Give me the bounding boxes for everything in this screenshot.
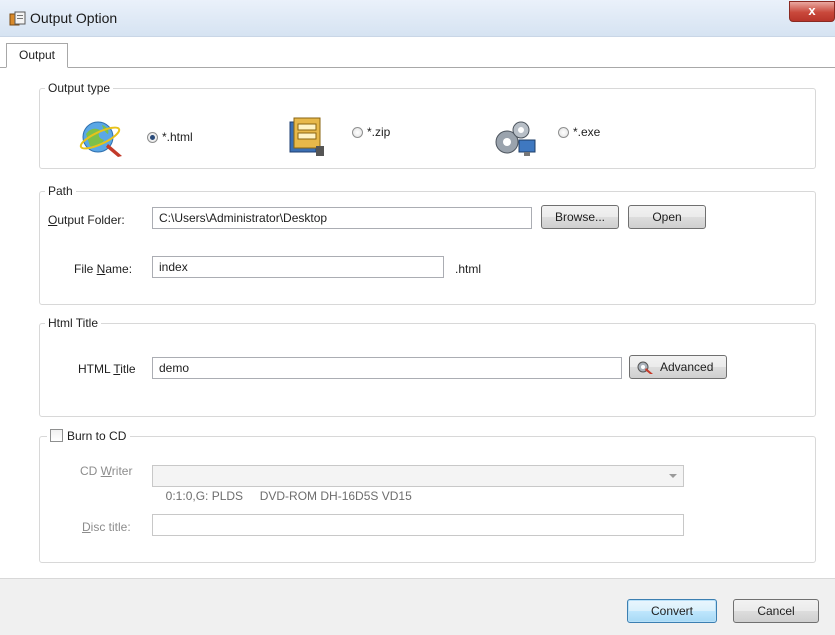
path-legend: Path — [45, 184, 76, 198]
tab-output[interactable]: Output — [6, 43, 68, 68]
radio-html[interactable] — [147, 132, 158, 143]
title-bar: Output Option x — [0, 0, 835, 37]
convert-button[interactable]: Convert — [627, 599, 717, 623]
close-icon: x — [808, 3, 816, 18]
chevron-down-icon — [669, 474, 677, 478]
radio-exe-label: *.exe — [573, 125, 601, 139]
gears-computer-icon — [495, 121, 536, 156]
disc-title-input[interactable] — [152, 514, 684, 536]
output-type-legend: Output type — [45, 81, 114, 95]
cd-writer-value: 0:1:0,G: PLDS DVD-ROM DH-16D5S VD15 — [165, 489, 412, 503]
zip-archive-icon — [289, 117, 324, 156]
app-icon — [9, 11, 26, 26]
cd-writer-label: CD Writer — [80, 464, 133, 478]
open-button[interactable]: Open — [628, 205, 706, 229]
burn-group — [39, 436, 816, 563]
close-button[interactable]: x — [789, 1, 835, 22]
output-type-group — [39, 88, 816, 169]
disc-title-label: Disc title: — [82, 520, 131, 534]
dialog-footer: Convert Cancel — [0, 578, 835, 635]
radio-zip-label: *.zip — [367, 125, 391, 139]
html-title-label: HTML Title — [78, 362, 136, 376]
file-name-label: File Name: — [74, 262, 133, 276]
cancel-button[interactable]: Cancel — [733, 599, 819, 623]
html-title-input[interactable]: demo — [152, 357, 622, 379]
window-title: Output Option — [30, 10, 118, 26]
cd-writer-select[interactable]: 0:1:0,G: PLDS DVD-ROM DH-16D5S VD15 — [152, 465, 684, 503]
file-extension: .html — [455, 262, 482, 276]
burn-to-cd-checkbox[interactable] — [50, 429, 63, 442]
burn-legend: Burn to CD — [47, 429, 131, 443]
output-folder-label: Output Folder: — [48, 213, 125, 227]
globe-icon — [79, 121, 122, 157]
advanced-button-label: Advanced — [660, 360, 714, 374]
advanced-button[interactable]: Advanced — [629, 355, 727, 379]
radio-html-label: *.html — [162, 130, 193, 144]
radio-exe[interactable] — [558, 127, 569, 138]
browse-button[interactable]: Browse... — [541, 205, 619, 229]
output-folder-input[interactable]: C:\Users\Administrator\Desktop — [152, 207, 532, 229]
tab-strip: Output — [0, 37, 835, 68]
radio-zip[interactable] — [352, 127, 363, 138]
burn-to-cd-label: Burn to CD — [67, 429, 127, 443]
html-title-legend: Html Title — [45, 316, 102, 330]
file-name-input[interactable]: index — [152, 256, 444, 278]
advanced-settings-icon — [637, 361, 653, 374]
